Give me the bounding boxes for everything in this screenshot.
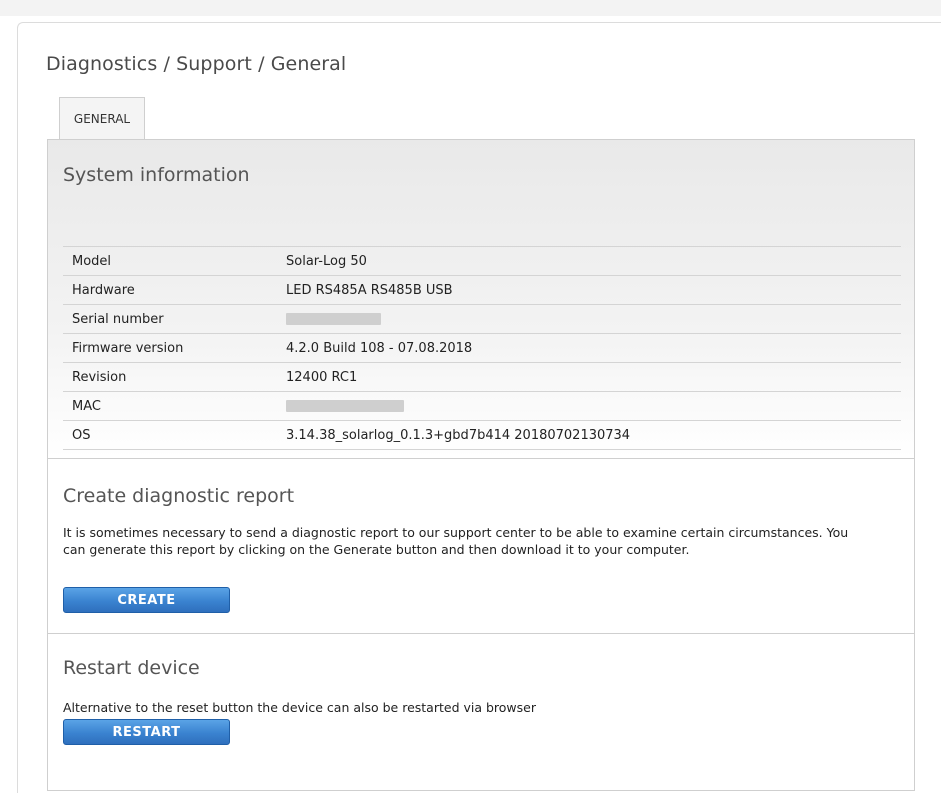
system-information-section: System information Model Solar-Log 50 Ha… xyxy=(48,140,914,459)
revision-label: Revision xyxy=(63,362,277,392)
hardware-value: LED RS485A RS485B USB xyxy=(277,275,901,305)
restart-device-section: Restart device Alternative to the reset … xyxy=(48,633,914,791)
restart-device-title: Restart device xyxy=(63,657,200,679)
revision-value: 12400 RC1 xyxy=(277,362,901,392)
os-label: OS xyxy=(63,420,277,450)
table-row: Serial number xyxy=(63,304,901,334)
model-label: Model xyxy=(63,246,277,276)
top-strip xyxy=(0,0,941,16)
table-row: MAC xyxy=(63,391,901,421)
os-value: 3.14.38_solarlog_0.1.3+gbd7b414 20180702… xyxy=(277,420,901,450)
diagnostic-report-title: Create diagnostic report xyxy=(63,485,295,507)
restart-button[interactable]: RESTART xyxy=(63,719,230,745)
table-row: Revision 12400 RC1 xyxy=(63,362,901,392)
system-information-title: System information xyxy=(63,164,250,186)
serial-number-label: Serial number xyxy=(63,304,277,334)
redacted-mac xyxy=(286,400,404,412)
table-row: Firmware version 4.2.0 Build 108 - 07.08… xyxy=(63,333,901,363)
serial-number-value xyxy=(277,304,901,334)
mac-label: MAC xyxy=(63,391,277,421)
restart-device-description: Alternative to the reset button the devi… xyxy=(63,700,536,715)
main-panel: Diagnostics / Support / General GENERAL … xyxy=(17,22,941,793)
diagnostic-report-section: Create diagnostic report It is sometimes… xyxy=(48,458,914,634)
table-row: Model Solar-Log 50 xyxy=(63,246,901,276)
firmware-version-value: 4.2.0 Build 108 - 07.08.2018 xyxy=(277,333,901,363)
table-row: Hardware LED RS485A RS485B USB xyxy=(63,275,901,305)
diagnostic-report-description: It is sometimes necessary to send a diag… xyxy=(63,525,849,557)
model-value: Solar-Log 50 xyxy=(277,246,901,276)
table-row: OS 3.14.38_solarlog_0.1.3+gbd7b414 20180… xyxy=(63,420,901,450)
system-information-table: Model Solar-Log 50 Hardware LED RS485A R… xyxy=(63,246,901,450)
firmware-version-label: Firmware version xyxy=(63,333,277,363)
tab-content: System information Model Solar-Log 50 Ha… xyxy=(47,139,915,791)
breadcrumb: Diagnostics / Support / General xyxy=(46,53,347,75)
create-button[interactable]: CREATE xyxy=(63,587,230,613)
mac-value xyxy=(277,391,901,421)
tab-general[interactable]: GENERAL xyxy=(59,97,145,139)
hardware-label: Hardware xyxy=(63,275,277,305)
redacted-serial xyxy=(286,313,381,325)
